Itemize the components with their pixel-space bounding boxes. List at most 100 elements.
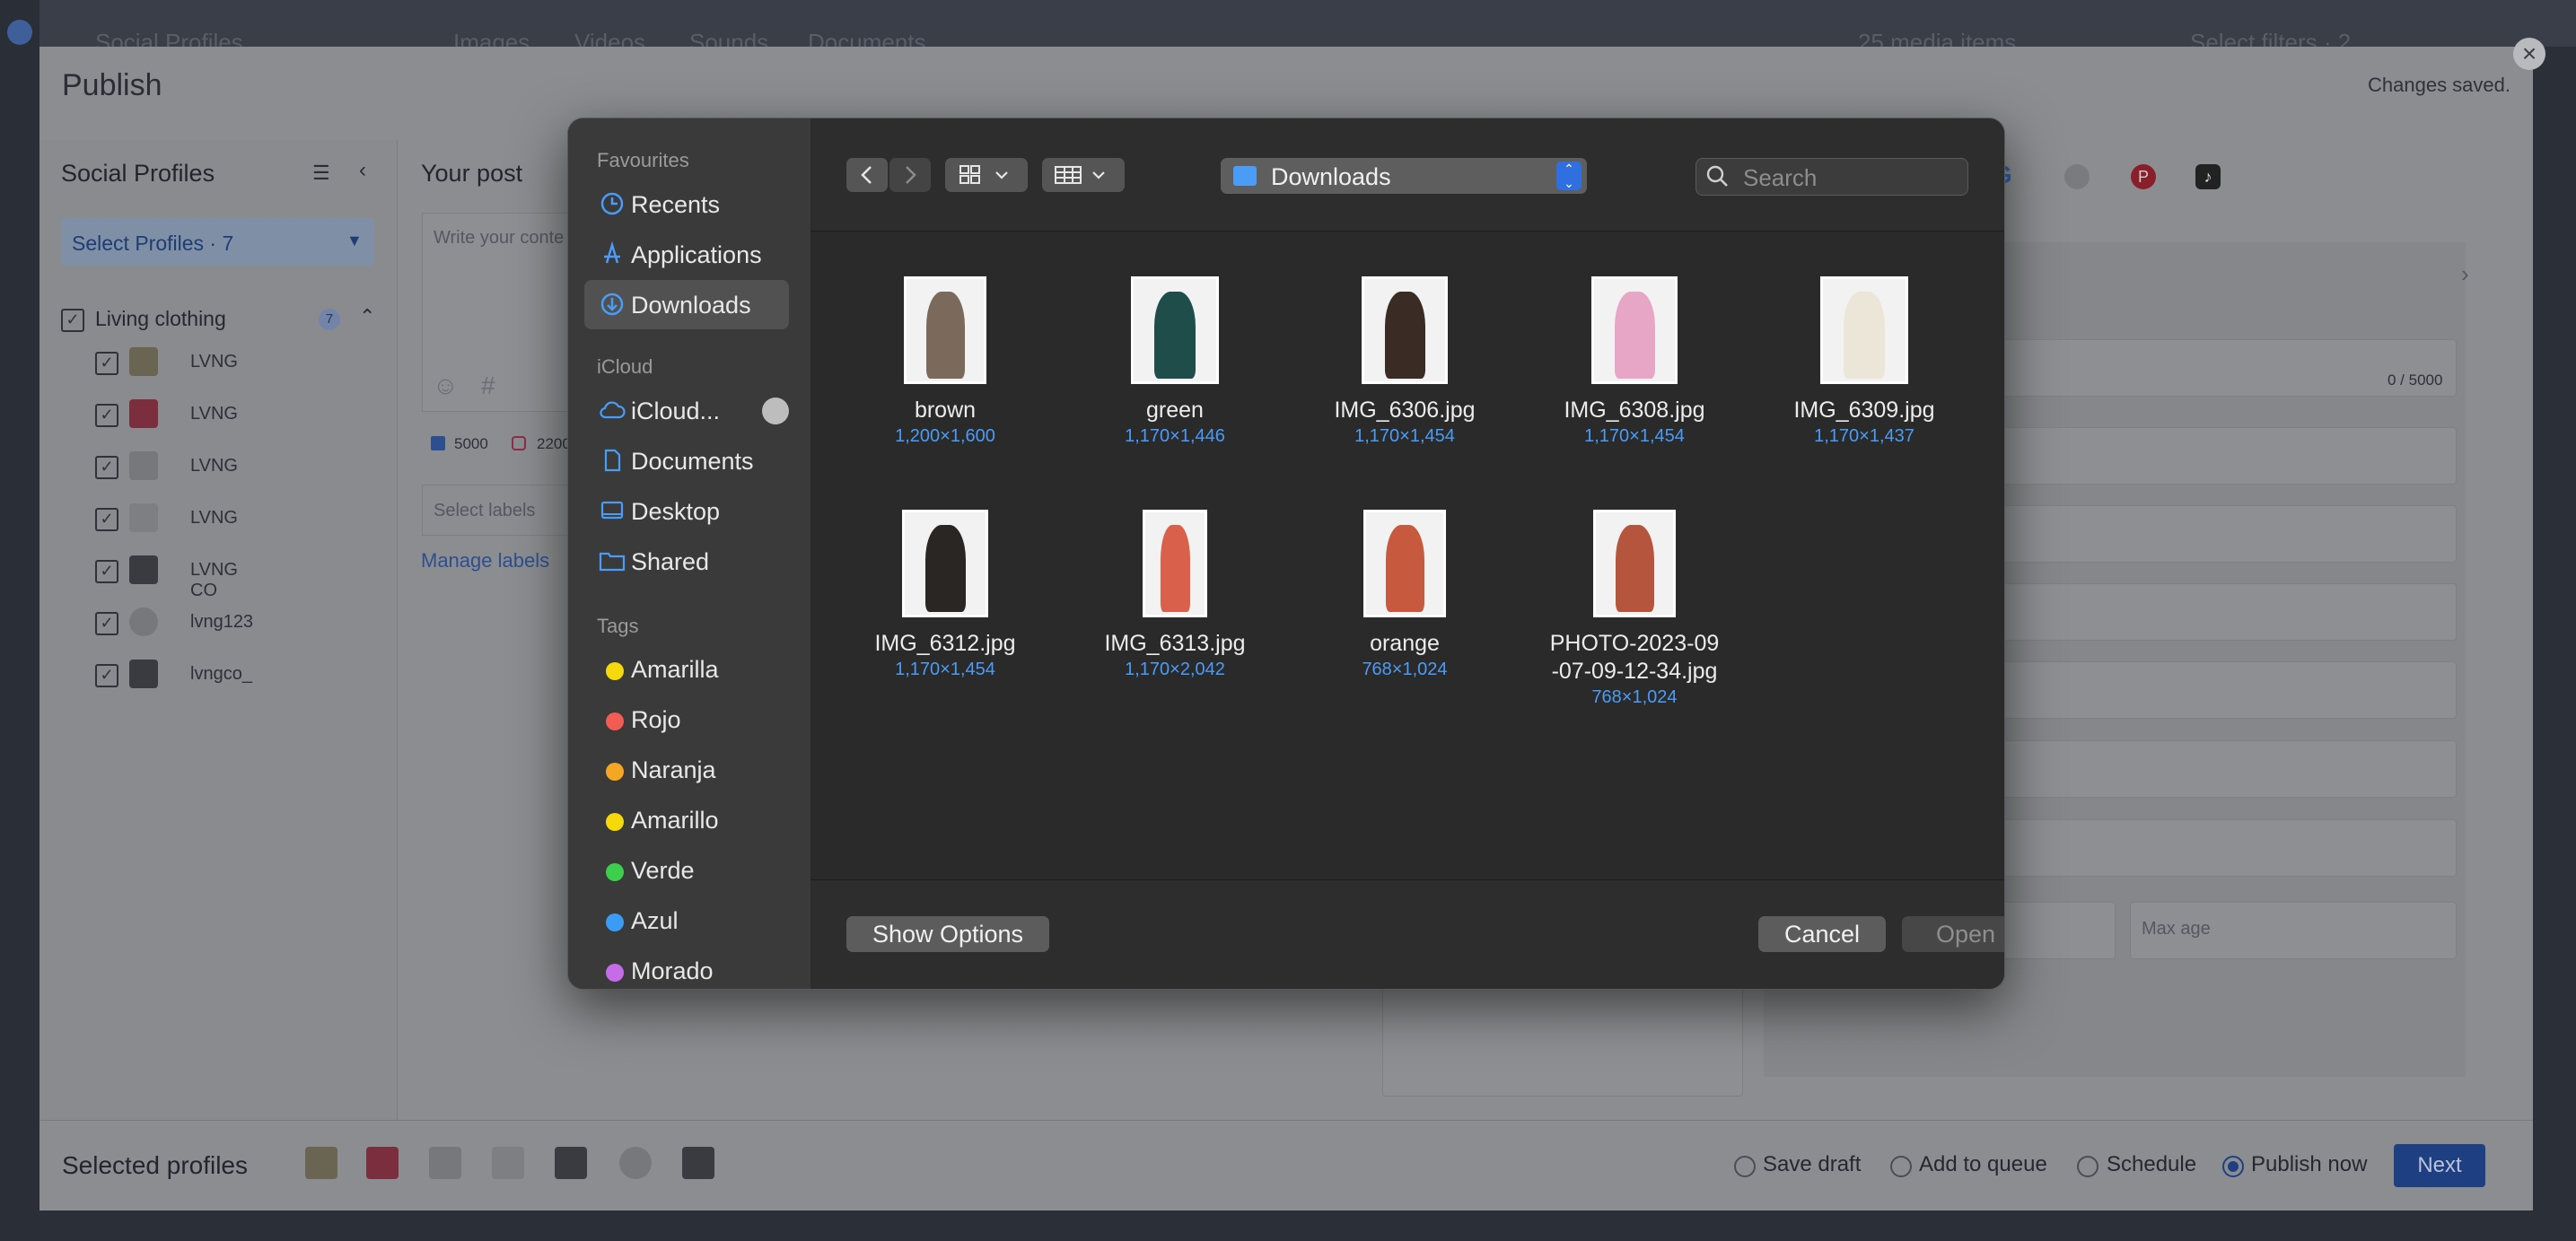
hashtag-icon[interactable]: #	[481, 371, 495, 400]
app-sidebar	[0, 0, 39, 1241]
schedule-label: Schedule	[2107, 1152, 2197, 1176]
desktop-icon	[599, 498, 626, 525]
avatar	[129, 451, 158, 480]
profile-name: LVNG	[190, 404, 238, 424]
profile-checkbox[interactable]: ✓	[95, 560, 118, 583]
tag-amarillo[interactable]: Amarillo	[584, 795, 789, 844]
avatar	[429, 1147, 461, 1179]
save-draft-radio[interactable]	[1734, 1156, 1756, 1177]
location-popup[interactable]: Downloads ⌃ ⌄	[1221, 158, 1587, 194]
file-dimensions: 1,170×1,437	[1814, 426, 1914, 446]
file-item[interactable]: green 1,170×1,446	[1076, 276, 1274, 447]
tag-label: Amarillo	[631, 807, 719, 834]
chevron-right-icon[interactable]: ›	[2461, 260, 2469, 288]
schedule-radio[interactable]	[2077, 1156, 2098, 1177]
publish-now-label: Publish now	[2251, 1152, 2368, 1176]
collapse-icon[interactable]: ‹	[359, 158, 366, 183]
file-item[interactable]: PHOTO-2023-09 -07-09-12-34.jpg 768×1,024	[1536, 510, 1733, 708]
profile-name: LVNG	[190, 508, 238, 528]
photo-figure	[925, 291, 965, 379]
file-name: IMG_6309.jpg	[1793, 398, 1935, 423]
sidebar-item-documents[interactable]: Documents	[584, 436, 789, 485]
folder-icon	[1233, 166, 1257, 186]
dialog-toolbar: Downloads ⌃ ⌄ Search	[810, 118, 2004, 232]
sidebar-item-label: iCloud...	[631, 398, 721, 424]
profile-checkbox[interactable]: ✓	[95, 456, 118, 479]
char-counter: 0 / 5000	[2388, 371, 2443, 389]
file-name: orange	[1370, 631, 1440, 656]
save-status: Changes saved.	[2368, 74, 2510, 96]
photo-figure	[1154, 291, 1196, 379]
open-button[interactable]: Open	[1902, 916, 2004, 952]
file-item[interactable]: IMG_6312.jpg 1,170×1,454	[846, 510, 1044, 680]
forward-button[interactable]	[889, 158, 931, 192]
view-mode-button[interactable]	[945, 158, 1028, 192]
updown-chevron-icon: ⌃ ⌄	[1556, 162, 1582, 190]
file-item[interactable]: IMG_6309.jpg 1,170×1,437	[1766, 276, 1963, 447]
file-item[interactable]: orange 768×1,024	[1306, 510, 1503, 680]
file-item[interactable]: brown 1,200×1,600	[846, 276, 1044, 447]
pinterest-icon[interactable]: P	[2131, 164, 2156, 189]
sidebar-item-applications[interactable]: Applications	[584, 230, 789, 279]
publish-now-radio[interactable]	[2222, 1156, 2244, 1177]
file-item[interactable]: IMG_6313.jpg 1,170×2,042	[1076, 510, 1274, 680]
file-item[interactable]: IMG_6308.jpg 1,170×1,454	[1536, 276, 1733, 447]
next-button[interactable]: Next	[2394, 1144, 2485, 1187]
cloud-icon	[599, 398, 626, 424]
tag-rojo[interactable]: Rojo	[584, 695, 789, 744]
sidebar-item-desktop[interactable]: Desktop	[584, 486, 789, 536]
avatar	[619, 1147, 652, 1179]
file-name: green	[1146, 398, 1204, 423]
tag-naranja[interactable]: Naranja	[584, 745, 789, 794]
sidebar-item-icloud-drive[interactable]: iCloud...	[584, 386, 789, 435]
filter-icon[interactable]: ☰	[312, 162, 330, 185]
location-label: Downloads	[1271, 163, 1391, 190]
profile-checkbox[interactable]: ✓	[95, 612, 118, 635]
search-icon	[1706, 165, 1728, 187]
sidebar-item-downloads[interactable]: Downloads	[584, 280, 789, 329]
profile-checkbox[interactable]: ✓	[95, 664, 118, 687]
file-dimensions: 1,170×1,454	[1584, 426, 1685, 446]
group-by-button[interactable]	[1042, 158, 1125, 192]
tiktok-icon[interactable]: ♪	[2195, 164, 2221, 189]
sidebar-item-shared[interactable]: Shared	[584, 537, 789, 586]
file-thumbnail	[1820, 276, 1908, 384]
tag-azul[interactable]: Azul	[584, 896, 789, 945]
cancel-button[interactable]: Cancel	[1758, 916, 1886, 952]
search-field[interactable]: Search	[1695, 158, 1968, 196]
file-open-dialog: Favourites Recents Applications Download…	[567, 118, 2005, 990]
chevron-up-icon[interactable]: ⌃	[359, 305, 375, 328]
sidebar-item-recents[interactable]: Recents	[584, 179, 789, 229]
avatar	[555, 1147, 587, 1179]
avatar	[129, 555, 158, 584]
post-placeholder: Write your conte	[434, 228, 565, 248]
favourites-header: Favourites	[597, 149, 689, 171]
tag-morado[interactable]: Morado	[584, 946, 789, 989]
group-checkbox[interactable]: ✓	[61, 309, 84, 332]
file-item[interactable]: IMG_6306.jpg 1,170×1,454	[1306, 276, 1503, 447]
avatar	[305, 1147, 337, 1179]
file-name: PHOTO-2023-09 -07-09-12-34.jpg	[1549, 631, 1720, 684]
profile-name: lvngco_	[190, 664, 252, 684]
manage-labels-link[interactable]: Manage labels	[421, 549, 549, 572]
close-icon[interactable]: ×	[2513, 38, 2545, 70]
chevron-right-icon	[906, 166, 916, 184]
profile-checkbox[interactable]: ✓	[95, 508, 118, 531]
tag-label: Naranja	[631, 756, 716, 783]
avatar	[129, 660, 158, 688]
sidebar-item-label: Recents	[631, 191, 721, 218]
add-to-queue-radio[interactable]	[1890, 1156, 1912, 1177]
back-button[interactable]	[846, 158, 888, 192]
profile-checkbox[interactable]: ✓	[95, 352, 118, 375]
show-options-button[interactable]: Show Options	[846, 916, 1049, 952]
avatar	[366, 1147, 399, 1179]
instagram-icon	[512, 436, 526, 450]
avatar	[129, 399, 158, 428]
group-name: Living clothing	[95, 307, 226, 330]
emoji-icon[interactable]: ☺	[433, 371, 459, 400]
tag-verde[interactable]: Verde	[584, 845, 789, 895]
reddit-icon[interactable]	[2064, 164, 2090, 189]
profile-checkbox[interactable]: ✓	[95, 404, 118, 427]
facebook-char-count: 5000	[454, 435, 488, 452]
tag-amarilla[interactable]: Amarilla	[584, 644, 789, 694]
